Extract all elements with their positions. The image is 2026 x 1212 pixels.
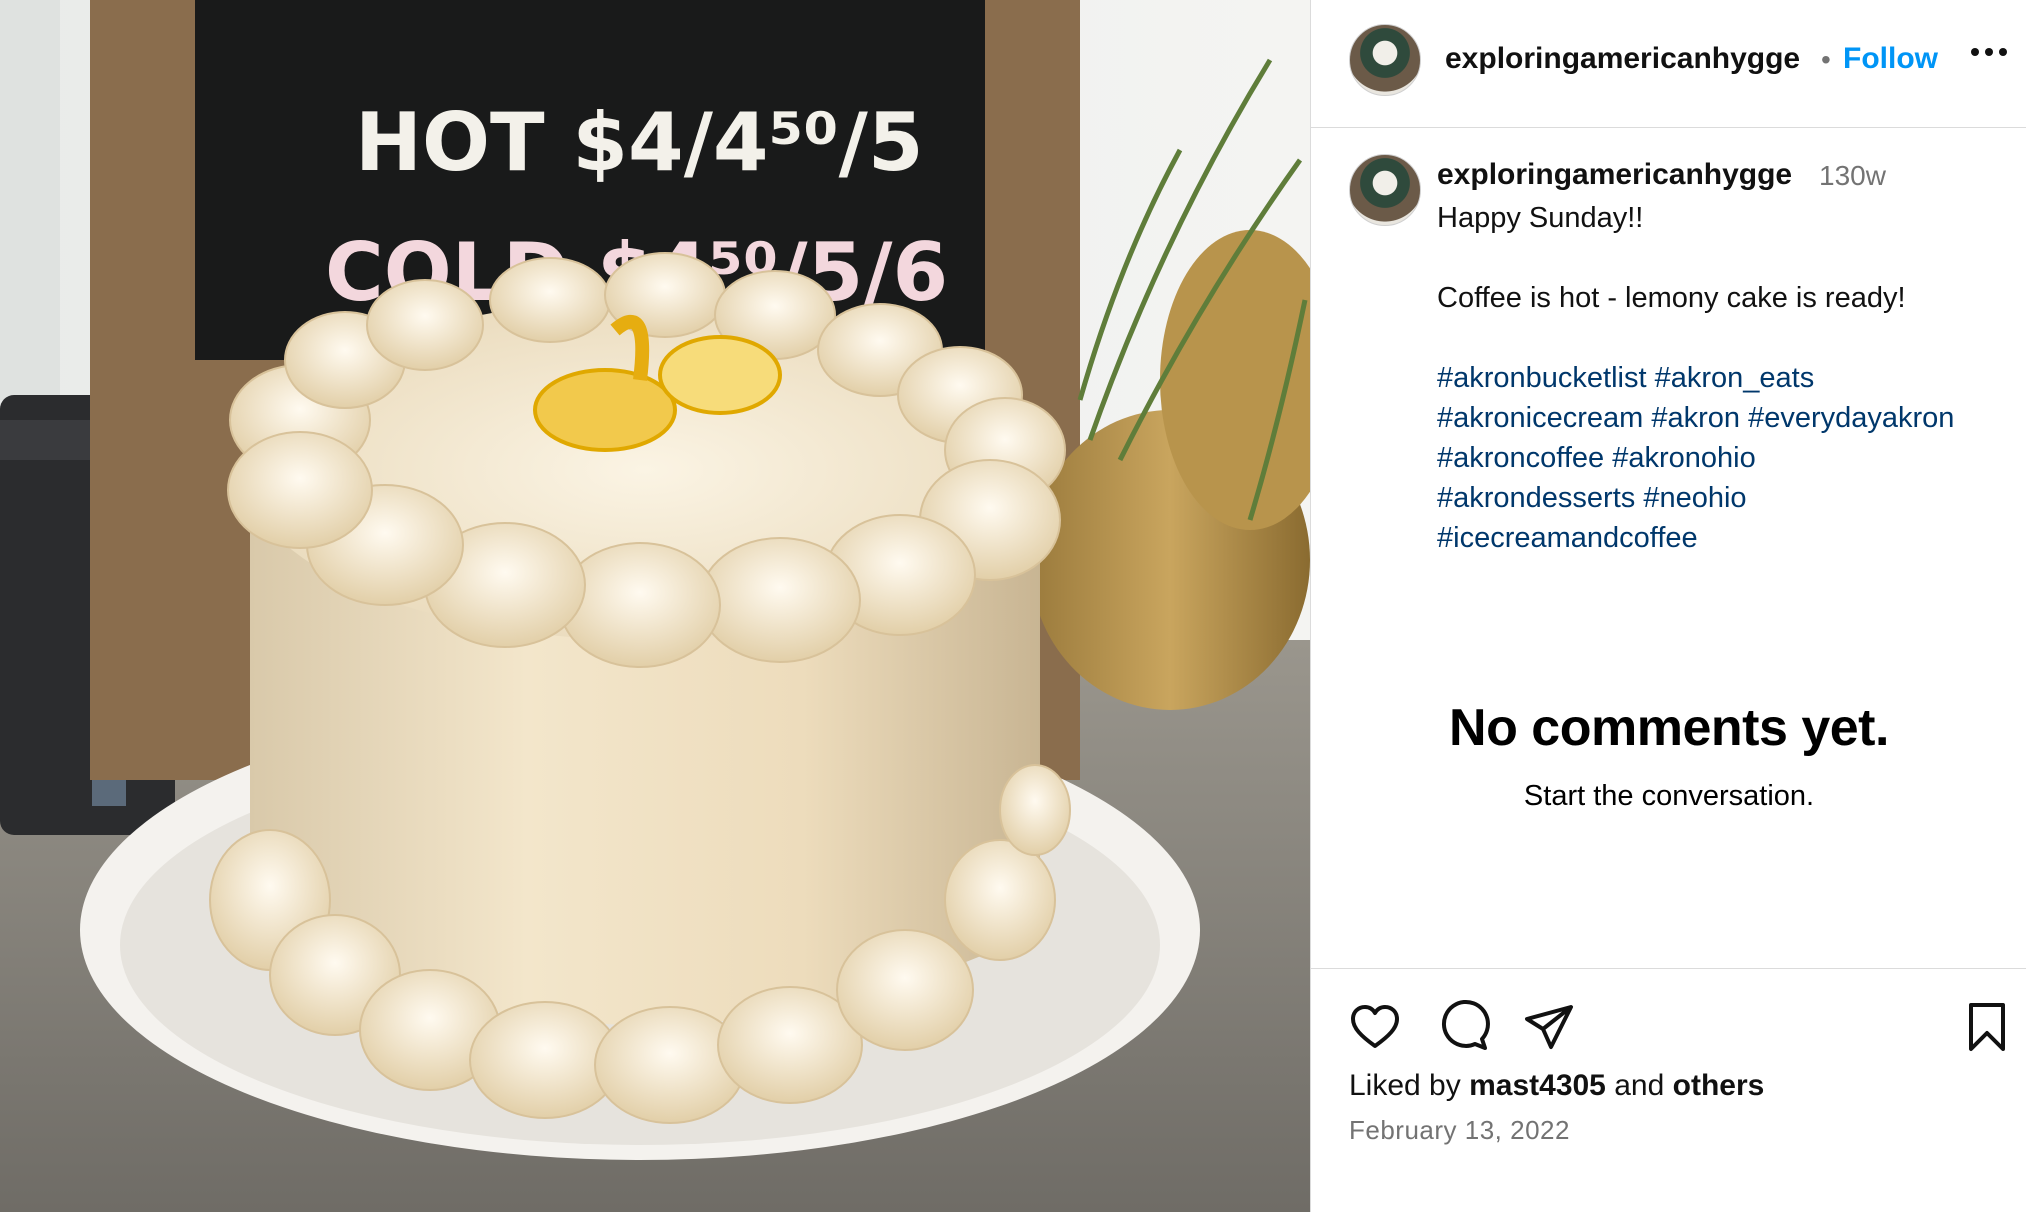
liked-others[interactable]: others (1673, 1069, 1765, 1102)
caption-timestamp[interactable]: 130w (1819, 160, 1886, 192)
empty-comments: No comments yet. Start the conversation. (1311, 698, 2026, 813)
likes-summary[interactable]: Liked by mast4305 and others (1349, 1069, 1764, 1103)
more-icon[interactable] (1967, 30, 2011, 74)
hashtag-line[interactable]: #icecreamandcoffee (1437, 518, 1997, 558)
board-price-hot: HOT $4/4⁵⁰/5 (355, 96, 924, 189)
empty-comments-subtitle: Start the conversation. (1523, 780, 1815, 812)
liked-user[interactable]: mast4305 (1469, 1069, 1606, 1102)
separator-dot: • (1821, 44, 1831, 75)
caption-area: exploringamericanhygge 130w Happy Sunday… (1311, 128, 2026, 968)
bookmark-icon[interactable] (1959, 999, 2015, 1055)
hashtag-list: #akronbucketlist #akron_eats #akronicecr… (1437, 358, 1997, 558)
comment-icon[interactable] (1435, 999, 1491, 1055)
post-details-panel: exploringamericanhygge • Follow explorin… (1310, 0, 2026, 1212)
post-photo[interactable]: HOT $4/4⁵⁰/5 COLD $4⁵⁰/5/6 (0, 0, 1310, 1212)
heart-icon[interactable] (1347, 999, 1403, 1055)
follow-button[interactable]: Follow (1843, 42, 1938, 76)
cake-photo-illustration: HOT $4/4⁵⁰/5 COLD $4⁵⁰/5/6 (0, 0, 1310, 1212)
caption-line-2: Coffee is hot - lemony cake is ready! (1437, 282, 1906, 314)
hashtag-line[interactable]: #akronbucketlist #akron_eats (1437, 358, 1997, 398)
hashtag-line[interactable]: #akrondesserts #neohio (1437, 478, 1997, 518)
post-date[interactable]: February 13, 2022 (1349, 1115, 1570, 1146)
hashtag-line[interactable]: #akronicecream #akron #everydayakron (1437, 398, 1997, 438)
avatar[interactable] (1349, 24, 1421, 96)
action-bar: Liked by mast4305 and others February 13… (1311, 968, 2026, 1212)
liked-and: and (1614, 1069, 1665, 1102)
share-icon[interactable] (1521, 999, 1577, 1055)
empty-comments-title: No comments yet. (1449, 699, 1889, 757)
caption-line-1: Happy Sunday!! (1437, 202, 1644, 234)
hashtag-line[interactable]: #akroncoffee #akronohio (1437, 438, 1997, 478)
caption-text: Happy Sunday!! Coffee is hot - lemony ca… (1437, 198, 1997, 558)
header-username[interactable]: exploringamericanhygge (1445, 42, 1800, 76)
caption-username[interactable]: exploringamericanhygge (1437, 158, 1792, 192)
caption-avatar[interactable] (1349, 154, 1421, 226)
liked-prefix: Liked by (1349, 1069, 1461, 1102)
post-header: exploringamericanhygge • Follow (1311, 0, 2026, 128)
